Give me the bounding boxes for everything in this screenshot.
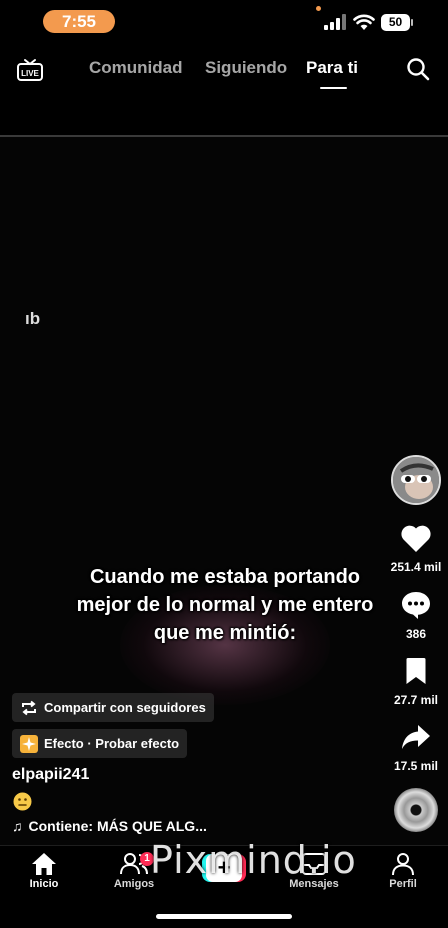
status-bar: 7:55 50 xyxy=(0,0,448,40)
video-edge-text: ıb xyxy=(25,309,41,328)
heart-icon xyxy=(401,525,431,552)
wifi-icon xyxy=(353,14,375,30)
share-with-followers-label: Compartir con seguidores xyxy=(44,700,206,715)
username[interactable]: elpapii241 xyxy=(12,766,89,784)
nav-perfil-label: Perfil xyxy=(389,878,417,890)
share-action[interactable]: 17.5 mil xyxy=(388,722,444,773)
status-time: 7:55 xyxy=(43,10,115,33)
tab-para-ti[interactable]: Para ti xyxy=(306,58,358,78)
top-nav: LIVE Comunidad Siguiendo Para ti xyxy=(0,50,448,90)
video-caption: Cuando me estaba portando mejor de lo no… xyxy=(76,566,374,644)
share-with-followers-chip[interactable]: Compartir con seguidores xyxy=(12,693,214,722)
effect-label: Efecto · Probar efecto xyxy=(44,736,180,751)
nav-inicio[interactable]: Inicio xyxy=(4,852,84,890)
music-note-icon: ♫ xyxy=(12,818,23,834)
nav-inicio-label: Inicio xyxy=(29,878,59,890)
search-icon[interactable] xyxy=(406,57,430,81)
music-disc-icon[interactable] xyxy=(394,788,438,832)
home-icon xyxy=(32,853,56,875)
tab-siguiendo[interactable]: Siguiendo xyxy=(205,58,287,78)
signal-icon xyxy=(324,14,346,30)
creator-avatar[interactable] xyxy=(391,455,441,505)
watermark: Pixmind.io xyxy=(150,838,357,882)
repost-icon xyxy=(22,700,36,715)
music-info[interactable]: ♫ Contiene: MÁS QUE ALG... xyxy=(12,818,207,834)
battery-tip xyxy=(411,19,413,26)
effect-chip[interactable]: Efecto · Probar efecto xyxy=(12,729,188,758)
like-count: 251.4 mil xyxy=(390,560,442,574)
profile-icon xyxy=(392,853,414,876)
comment-count: 386 xyxy=(405,627,427,641)
home-indicator xyxy=(156,914,292,919)
tab-comunidad[interactable]: Comunidad xyxy=(89,58,183,78)
battery-icon: 50 xyxy=(381,14,413,31)
active-tab-indicator xyxy=(320,87,347,89)
live-tv-icon[interactable]: LIVE xyxy=(16,58,44,82)
share-count: 17.5 mil xyxy=(393,759,439,773)
save-action[interactable]: 27.7 mil xyxy=(388,656,444,707)
battery-level: 50 xyxy=(381,14,410,31)
comment-bubble-icon xyxy=(402,592,430,619)
like-action[interactable]: 251.4 mil xyxy=(388,523,444,574)
mic-indicator-dot xyxy=(316,6,321,11)
nav-perfil[interactable]: Perfil xyxy=(363,852,443,890)
effect-sparkle-icon xyxy=(20,734,38,753)
avatar-image xyxy=(393,457,439,503)
svg-text:LIVE: LIVE xyxy=(21,69,39,78)
comment-action[interactable]: 386 xyxy=(388,590,444,641)
bookmark-icon xyxy=(406,658,426,684)
save-count: 27.7 mil xyxy=(393,693,439,707)
share-arrow-icon xyxy=(402,725,430,749)
music-title: Contiene: MÁS QUE ALG... xyxy=(28,818,207,834)
neutral-face-emoji xyxy=(13,792,32,811)
